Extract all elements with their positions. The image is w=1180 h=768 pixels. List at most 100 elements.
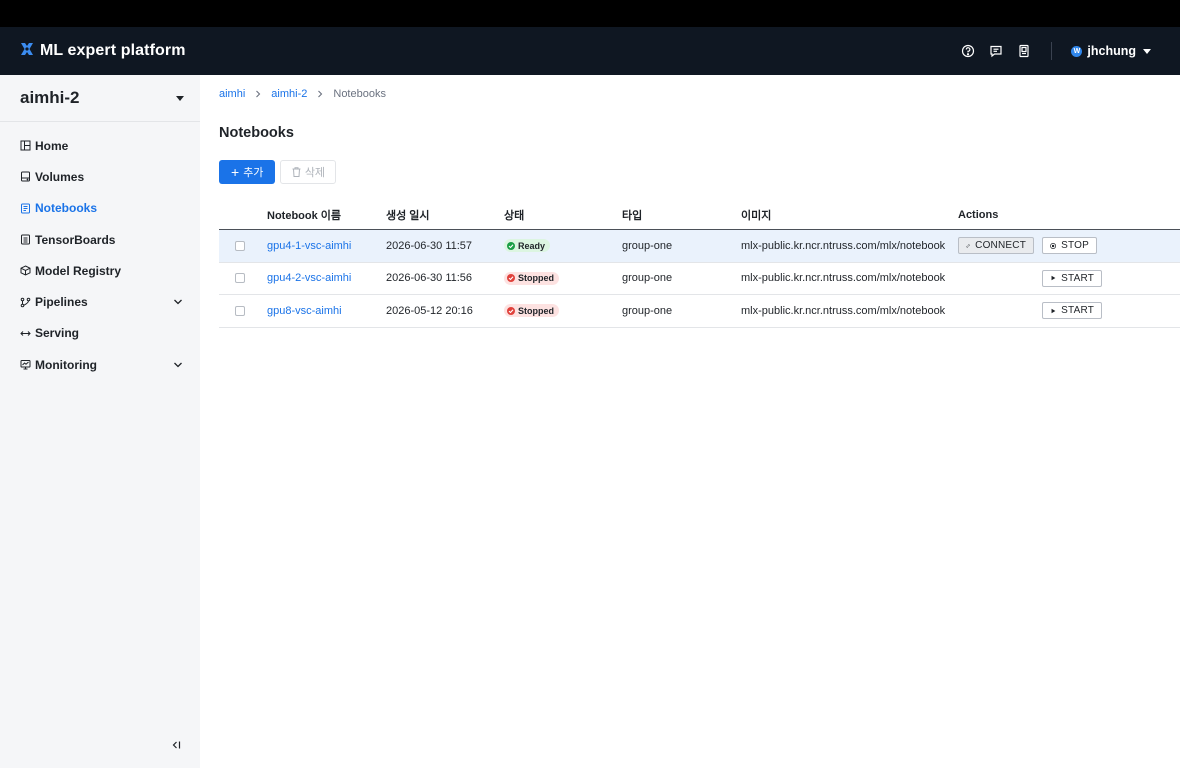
serving-icon xyxy=(20,328,31,339)
app-title: ML expert platform xyxy=(40,42,186,59)
window-top-strip xyxy=(0,0,1180,27)
play-icon xyxy=(1051,308,1056,314)
column-header-status[interactable]: 상태 xyxy=(504,207,622,223)
connect-button[interactable]: CONNECT xyxy=(958,237,1034,255)
header-divider xyxy=(1051,42,1053,60)
sidebar-item-label: Serving xyxy=(35,326,80,341)
sidebar-item-label: Notebooks xyxy=(35,201,98,216)
start-button[interactable]: START xyxy=(1042,302,1102,320)
notebook-name-link[interactable]: gpu8-vsc-aimhi xyxy=(267,305,342,317)
status-text: Ready xyxy=(518,240,546,251)
chat-icon[interactable] xyxy=(988,43,1004,59)
add-notebook-button[interactable]: + 추가 xyxy=(219,160,276,184)
app-header: ML expert platform W jhchung xyxy=(0,27,1180,75)
start-label: START xyxy=(1061,272,1094,284)
notebook-icon xyxy=(20,203,31,214)
user-name: jhchung xyxy=(1087,44,1136,58)
notebook-image: mlx-public.kr.ncr.ntruss.com/mlx/noteboo… xyxy=(741,272,946,285)
table-row[interactable]: gpu4-2-vsc-aimhi 2026-06-30 11:56 Stoppe… xyxy=(219,263,1180,295)
sidebar-item-pipelines[interactable]: Pipelines xyxy=(0,286,200,317)
start-label: START xyxy=(1061,305,1094,317)
sidebar-item-label: Volumes xyxy=(35,169,85,184)
user-menu[interactable]: W jhchung xyxy=(1071,44,1151,58)
home-icon xyxy=(20,140,31,151)
stopped-circle-icon xyxy=(507,274,515,283)
sidebar-item-tensorboards[interactable]: TensorBoards xyxy=(0,224,200,255)
column-header-image[interactable]: 이미지 xyxy=(741,207,958,223)
sidebar-nav: Home Volumes Notebooks TensorBoards Mode… xyxy=(0,130,200,380)
created-date: 2026-06-30 11:57 xyxy=(386,239,473,252)
connect-label: CONNECT xyxy=(975,240,1026,252)
notebook-type: group-one xyxy=(622,304,673,317)
trash-icon xyxy=(292,167,301,177)
collapse-sidebar-icon[interactable] xyxy=(170,739,182,751)
notebook-type: group-one xyxy=(622,239,673,252)
table-row[interactable]: gpu8-vsc-aimhi 2026-05-12 20:16 Stopped … xyxy=(219,295,1180,328)
status-badge: Stopped xyxy=(504,304,559,318)
caret-down-icon xyxy=(176,95,184,101)
model-registry-icon xyxy=(20,265,31,276)
row-checkbox[interactable] xyxy=(235,273,245,284)
chevron-right-icon xyxy=(318,90,323,98)
page-title: Notebooks xyxy=(219,125,294,141)
project-selector[interactable]: aimhi-2 xyxy=(0,75,200,122)
column-header-created[interactable]: 생성 일시 xyxy=(386,207,504,223)
platform-logo-icon xyxy=(20,42,34,61)
breadcrumb-current: Notebooks xyxy=(333,88,386,100)
status-text: Stopped xyxy=(518,273,554,284)
sidebar-item-notebooks[interactable]: Notebooks xyxy=(0,193,200,224)
sidebar-item-label: Monitoring xyxy=(35,357,97,372)
stopped-circle-icon xyxy=(507,306,515,315)
notebook-image: mlx-public.kr.ncr.ntruss.com/mlx/noteboo… xyxy=(741,304,946,317)
chevron-down-icon[interactable] xyxy=(173,297,183,307)
notebook-type: group-one xyxy=(622,272,673,285)
row-checkbox[interactable] xyxy=(235,240,245,251)
caret-down-icon xyxy=(1143,48,1151,54)
delete-button[interactable]: 삭제 xyxy=(280,160,337,184)
notebook-name-link[interactable]: gpu4-1-vsc-aimhi xyxy=(267,240,351,252)
column-header-actions: Actions xyxy=(958,209,999,221)
add-button-label: 추가 xyxy=(243,167,264,179)
stop-button[interactable]: STOP xyxy=(1042,237,1097,255)
sidebar-item-model-registry[interactable]: Model Registry xyxy=(0,255,200,286)
toolbar: + 추가 삭제 xyxy=(219,160,1180,184)
notebook-image: mlx-public.kr.ncr.ntruss.com/mlx/noteboo… xyxy=(741,239,946,252)
chevron-down-icon[interactable] xyxy=(173,360,183,370)
sidebar-item-serving[interactable]: Serving xyxy=(0,318,200,349)
link-icon xyxy=(966,244,970,248)
check-circle-icon xyxy=(507,241,515,250)
chevron-right-icon xyxy=(256,90,261,98)
volume-icon xyxy=(20,171,31,182)
play-icon xyxy=(1051,275,1056,281)
app-logo[interactable]: ML expert platform xyxy=(20,42,186,61)
avatar: W xyxy=(1071,45,1083,57)
breadcrumb: aimhi aimhi-2 Notebooks xyxy=(219,75,1180,113)
notebook-name-link[interactable]: gpu4-2-vsc-aimhi xyxy=(267,272,351,284)
main-content: aimhi aimhi-2 Notebooks Notebooks + 추가 삭… xyxy=(219,75,1180,328)
sidebar-item-label: Pipelines xyxy=(35,295,88,310)
sidebar-item-monitoring[interactable]: Monitoring xyxy=(0,349,200,380)
created-date: 2026-05-12 20:16 xyxy=(386,304,473,317)
sidebar-item-volumes[interactable]: Volumes xyxy=(0,161,200,192)
status-text: Stopped xyxy=(518,305,554,316)
breadcrumb-link-project[interactable]: aimhi-2 xyxy=(271,88,307,100)
row-checkbox[interactable] xyxy=(235,305,245,316)
sidebar-item-label: Home xyxy=(35,138,69,153)
column-header-name[interactable]: Notebook 이름 xyxy=(267,207,386,223)
start-button[interactable]: START xyxy=(1042,269,1102,287)
created-date: 2026-06-30 11:56 xyxy=(386,272,473,285)
notebooks-table: Notebook 이름 생성 일시 상태 타입 이미지 Actions gpu4… xyxy=(219,201,1180,328)
table-row[interactable]: gpu4-1-vsc-aimhi 2026-06-30 11:57 Ready … xyxy=(219,230,1180,263)
help-icon[interactable] xyxy=(960,43,976,59)
sidebar: aimhi-2 Home Volumes Notebooks TensorBoa… xyxy=(0,75,200,768)
pipeline-icon xyxy=(20,297,31,308)
sidebar-item-home[interactable]: Home xyxy=(0,130,200,161)
breadcrumb-link-org[interactable]: aimhi xyxy=(219,88,245,100)
stop-label: STOP xyxy=(1061,240,1089,252)
docs-icon[interactable] xyxy=(1016,43,1032,59)
table-header: Notebook 이름 생성 일시 상태 타입 이미지 Actions xyxy=(219,201,1180,230)
status-badge: Ready xyxy=(504,239,551,253)
column-header-type[interactable]: 타입 xyxy=(622,207,741,223)
status-badge: Stopped xyxy=(504,271,559,285)
tensorboard-icon xyxy=(20,234,31,245)
